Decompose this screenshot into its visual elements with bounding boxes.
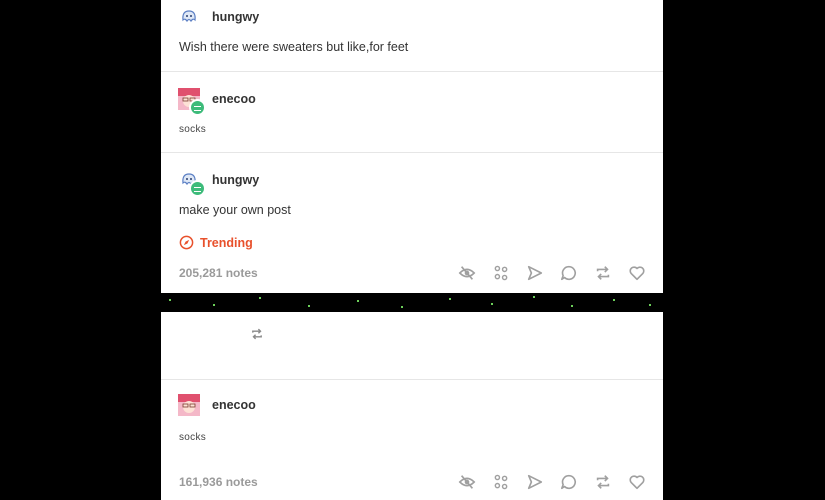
heart-icon[interactable] (628, 264, 646, 282)
username[interactable]: enecoo (212, 92, 256, 106)
eye-slash-icon[interactable] (458, 264, 476, 282)
reblog-icon[interactable] (594, 473, 612, 491)
avatar[interactable] (178, 6, 200, 28)
username[interactable]: hungwy (212, 173, 259, 187)
post-card-1: hungwy Wish there were sweaters but like… (161, 0, 663, 293)
avatar[interactable] (178, 394, 200, 416)
trending-label: Trending (200, 235, 253, 250)
heart-icon[interactable] (628, 473, 646, 491)
reblog-entry-3: hungwy make your own post Trending 205,2… (161, 153, 663, 293)
notes-count[interactable]: 205,281 notes (179, 266, 258, 280)
trending-link[interactable]: Trending (179, 235, 253, 250)
reply-icon[interactable] (560, 473, 578, 491)
reblog-icon (252, 328, 262, 340)
ghost-avatar-icon (182, 10, 196, 23)
post-actions (458, 473, 646, 491)
compass-icon (179, 235, 194, 250)
share-icon[interactable] (526, 473, 544, 491)
community-icon[interactable] (492, 264, 510, 282)
post-actions (458, 264, 646, 282)
post-card-2: enecoo socks 161,936 notes (161, 312, 663, 500)
share-icon[interactable] (526, 264, 544, 282)
reblog-entry-2: enecoo socks (161, 72, 663, 153)
user-row[interactable]: enecoo (178, 88, 256, 116)
post-text: socks (179, 432, 207, 443)
post-text: socks (179, 124, 207, 135)
notes-count[interactable]: 161,936 notes (179, 475, 258, 489)
anime-avatar-icon (178, 394, 200, 416)
user-row[interactable]: enecoo (178, 394, 256, 416)
user-row[interactable]: hungwy (178, 169, 259, 197)
feed-divider (161, 293, 663, 312)
reblog-entry-4: enecoo socks 161,936 notes (161, 380, 663, 500)
reblog-header (161, 312, 663, 380)
reply-icon[interactable] (560, 264, 578, 282)
reblog-entry-1: hungwy Wish there were sweaters but like… (161, 0, 663, 72)
reblog-icon[interactable] (594, 264, 612, 282)
avatar[interactable] (178, 169, 206, 197)
post-text: make your own post (179, 203, 291, 217)
following-badge-icon (189, 99, 206, 116)
user-row[interactable]: hungwy (178, 6, 259, 28)
following-badge-icon (189, 180, 206, 197)
avatar[interactable] (178, 88, 206, 116)
community-icon[interactable] (492, 473, 510, 491)
post-text: Wish there were sweaters but like,for fe… (179, 40, 409, 54)
username[interactable]: enecoo (212, 398, 256, 412)
username[interactable]: hungwy (212, 10, 259, 24)
eye-slash-icon[interactable] (458, 473, 476, 491)
